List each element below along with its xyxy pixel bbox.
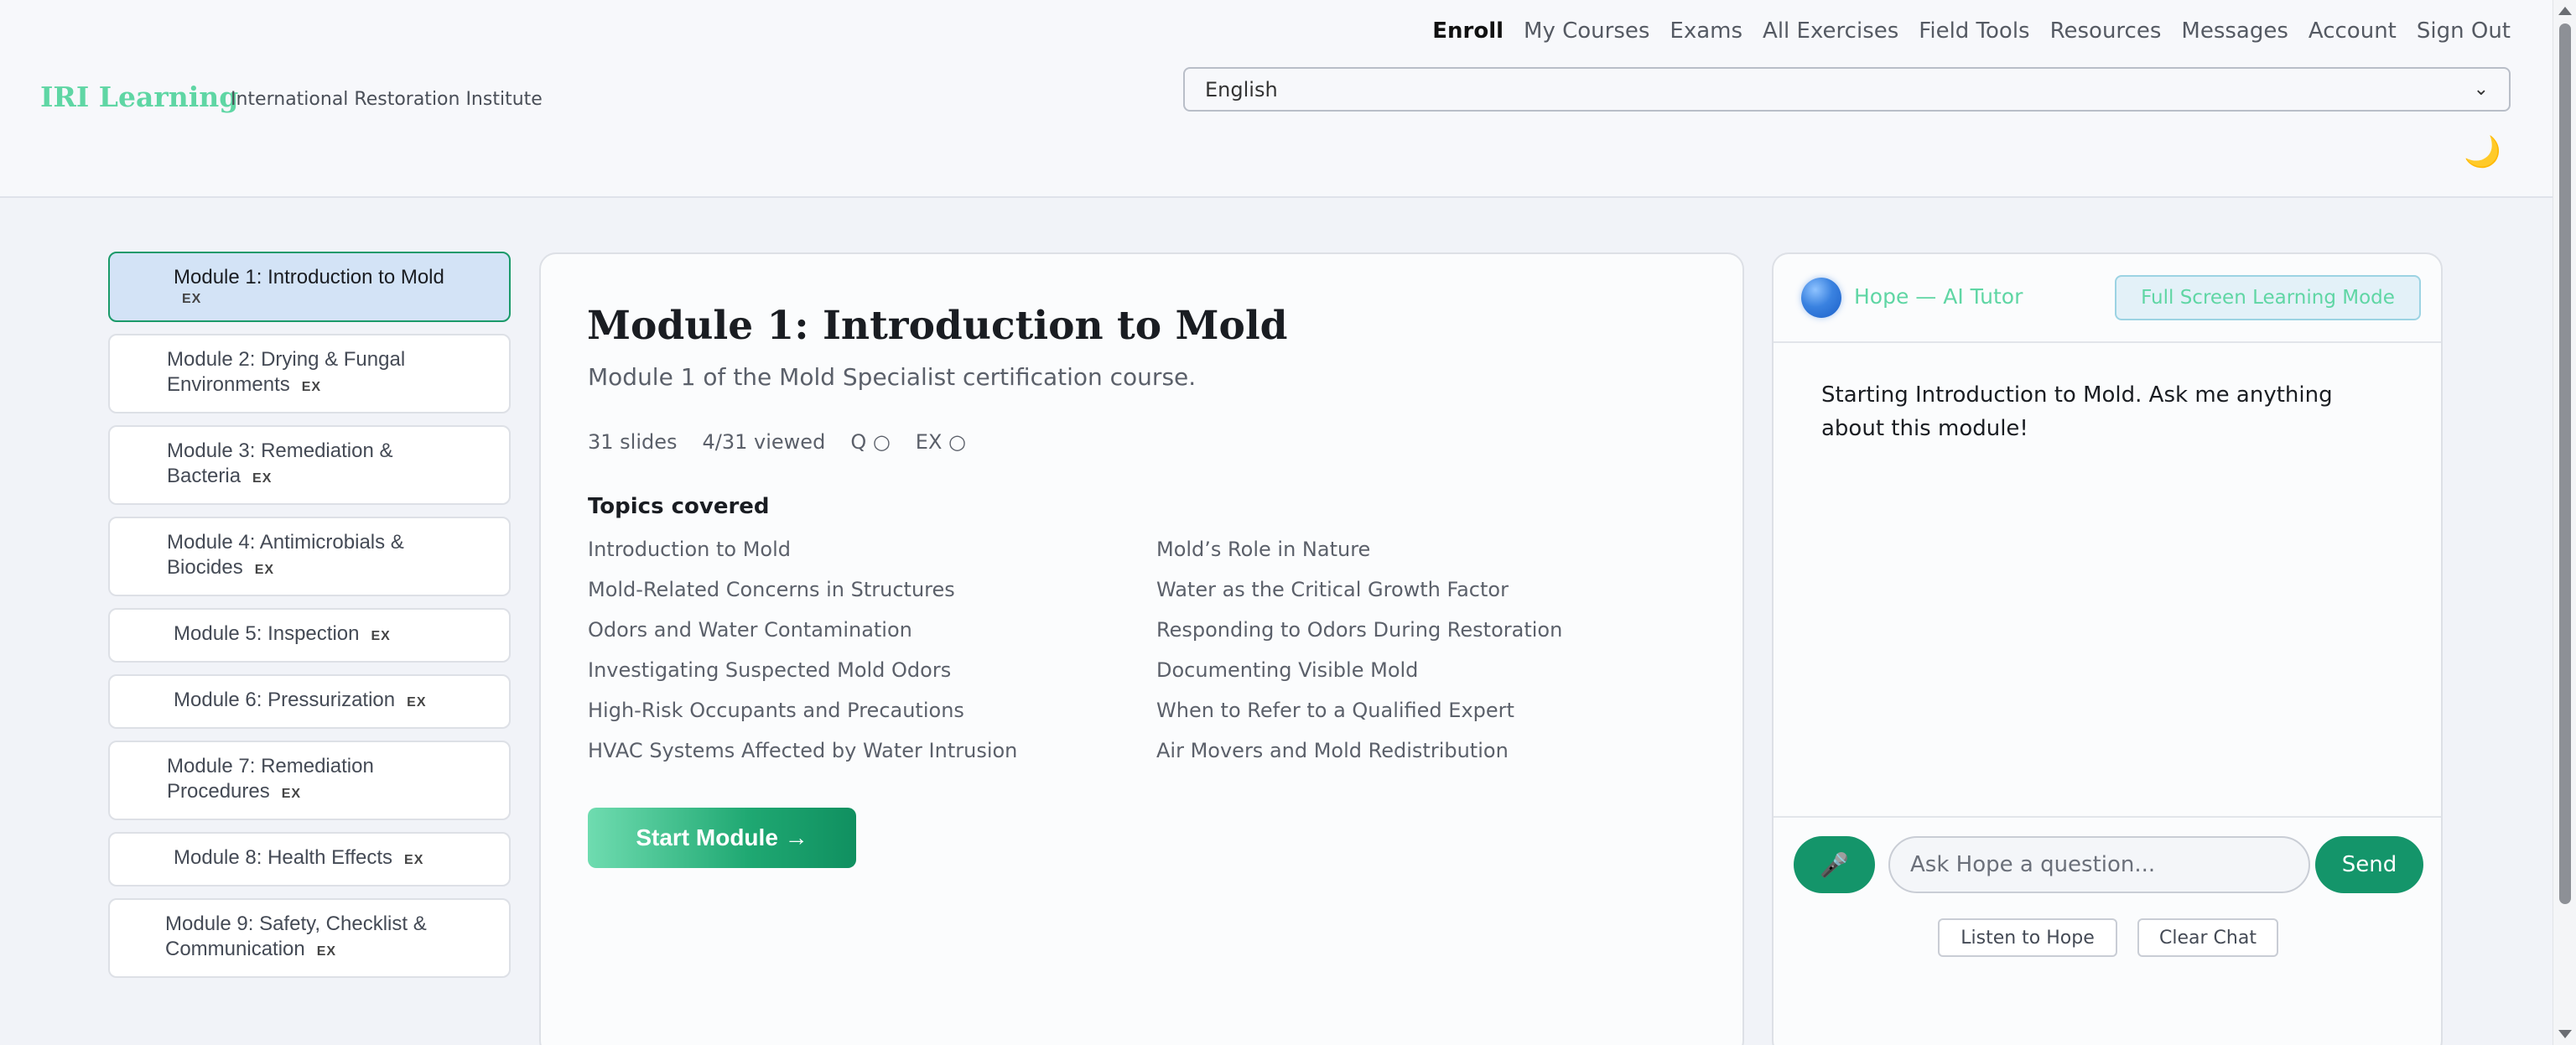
site-header: IRI Learning International Restoration I…: [0, 0, 2553, 198]
nav-exams[interactable]: Exams: [1670, 18, 1742, 44]
site-logo[interactable]: IRI Learning: [40, 81, 238, 113]
module-item-8[interactable]: Module 8: Health Effects EX: [108, 832, 511, 886]
module-item-3[interactable]: Module 3: Remediation & Bacteria EX: [108, 425, 511, 505]
exercise-badge: EX: [254, 563, 275, 577]
topic-item: Documenting Visible Mold: [1156, 658, 1419, 682]
module-title: Module 4: Antimicrobials & Biocides: [167, 531, 404, 579]
nav-resources[interactable]: Resources: [2050, 18, 2162, 44]
topic-item: Mold-Related Concerns in Structures: [588, 578, 955, 601]
tutor-footer-divider: [1774, 816, 2441, 818]
nav-account[interactable]: Account: [2309, 18, 2397, 44]
module-list: Module 1: Introduction to Mold EX Module…: [108, 252, 511, 978]
topic-item: When to Refer to a Qualified Expert: [1156, 699, 1514, 722]
exercise-badge: EX: [407, 695, 427, 710]
tutor-name: Hope — AI Tutor: [1854, 284, 2023, 309]
clear-chat-button[interactable]: Clear Chat: [2137, 918, 2278, 957]
module-item-4[interactable]: Module 4: Antimicrobials & Biocides EX: [108, 517, 511, 596]
nav-my-courses[interactable]: My Courses: [1524, 18, 1649, 44]
org-name: International Restoration Institute: [231, 89, 543, 110]
exercise-badge: EX: [281, 787, 302, 801]
nav-enroll[interactable]: Enroll: [1432, 18, 1504, 44]
topic-item: Introduction to Mold: [588, 538, 791, 561]
scroll-up-icon[interactable]: [2558, 7, 2572, 15]
topic-item: HVAC Systems Affected by Water Intrusion: [588, 739, 1018, 762]
topic-item: High-Risk Occupants and Precautions: [588, 699, 964, 722]
microphone-button[interactable]: 🎤: [1794, 836, 1875, 893]
tutor-header: Hope — AI Tutor Full Screen Learning Mod…: [1774, 254, 2441, 343]
module-stats: 31 slides 4/31 viewed Q ○ EX ○: [588, 430, 966, 454]
exercise-badge: EX: [316, 944, 337, 959]
module-subtitle: Module 1 of the Mold Specialist certific…: [588, 363, 1197, 391]
scrollbar-thumb[interactable]: [2559, 23, 2571, 904]
module-title: Module 9: Safety, Checklist & Communicat…: [165, 912, 427, 960]
exercise-status: EX ○: [915, 430, 966, 454]
module-item-6[interactable]: Module 6: Pressurization EX: [108, 674, 511, 729]
top-nav: Enroll My Courses Exams All Exercises Fi…: [1432, 18, 2511, 44]
microphone-icon: 🎤: [1820, 850, 1849, 879]
exercise-badge: EX: [252, 471, 273, 486]
exercise-badge: EX: [301, 380, 322, 394]
module-item-7[interactable]: Module 7: Remediation Procedures EX: [108, 741, 511, 820]
module-title: Module 7: Remediation Procedures: [167, 755, 374, 803]
chevron-down-icon: ⌄: [2473, 79, 2489, 100]
topic-item: Water as the Critical Growth Factor: [1156, 578, 1509, 601]
module-detail-card: Module 1: Introduction to Mold Module 1 …: [539, 252, 1744, 1045]
tutor-avatar-orb-icon: [1801, 278, 1841, 318]
topic-item: Responding to Odors During Restoration: [1156, 618, 1563, 642]
viewed-count: 4/31 viewed: [702, 430, 826, 454]
module-title: Module 6: Pressurization: [174, 689, 396, 711]
send-button[interactable]: Send: [2315, 836, 2423, 893]
moon-icon[interactable]: 🌙: [2464, 134, 2501, 169]
listen-button[interactable]: Listen to Hope: [1938, 918, 2117, 957]
module-title: Module 8: Health Effects: [174, 846, 393, 869]
module-item-1[interactable]: Module 1: Introduction to Mold EX: [108, 252, 511, 322]
page-title: Module 1: Introduction to Mold: [587, 303, 1288, 349]
full-screen-mode-button[interactable]: Full Screen Learning Mode: [2115, 275, 2421, 320]
exercise-badge: EX: [182, 292, 202, 306]
topics-list: Introduction to Mold Mold’s Role in Natu…: [588, 536, 1695, 764]
module-item-2[interactable]: Module 2: Drying & Fungal Environments EX: [108, 334, 511, 413]
language-select[interactable]: English ⌄: [1183, 67, 2511, 112]
nav-field-tools[interactable]: Field Tools: [1919, 18, 2029, 44]
scroll-down-icon[interactable]: [2558, 1030, 2572, 1038]
nav-messages[interactable]: Messages: [2181, 18, 2288, 44]
ai-tutor-panel: Hope — AI Tutor Full Screen Learning Mod…: [1772, 252, 2443, 1045]
topic-item: Investigating Suspected Mold Odors: [588, 658, 952, 682]
ask-question-input[interactable]: [1888, 836, 2310, 893]
nav-sign-out[interactable]: Sign Out: [2417, 18, 2511, 44]
page-scrollbar[interactable]: [2553, 0, 2576, 1045]
module-title: Module 5: Inspection: [174, 622, 360, 645]
topic-item: Mold’s Role in Nature: [1156, 538, 1371, 561]
slide-count: 31 slides: [588, 430, 678, 454]
quiz-status: Q ○: [850, 430, 891, 454]
tutor-message: Starting Introduction to Mold. Ask me an…: [1821, 382, 2333, 441]
module-item-5[interactable]: Module 5: Inspection EX: [108, 608, 511, 663]
nav-all-exercises[interactable]: All Exercises: [1763, 18, 1898, 44]
module-item-9[interactable]: Module 9: Safety, Checklist & Communicat…: [108, 898, 511, 978]
exercise-badge: EX: [371, 629, 391, 643]
exercise-badge: EX: [404, 853, 424, 867]
topic-item: Odors and Water Contamination: [588, 618, 912, 642]
module-title: Module 1: Introduction to Mold: [174, 266, 444, 289]
topics-heading: Topics covered: [588, 494, 770, 519]
language-value: English: [1205, 77, 1278, 101]
start-module-button[interactable]: Start Module →: [588, 808, 856, 868]
module-title: Module 2: Drying & Fungal Environments: [167, 348, 406, 396]
topic-item: Air Movers and Mold Redistribution: [1156, 739, 1509, 762]
module-title: Module 3: Remediation & Bacteria: [167, 439, 393, 487]
